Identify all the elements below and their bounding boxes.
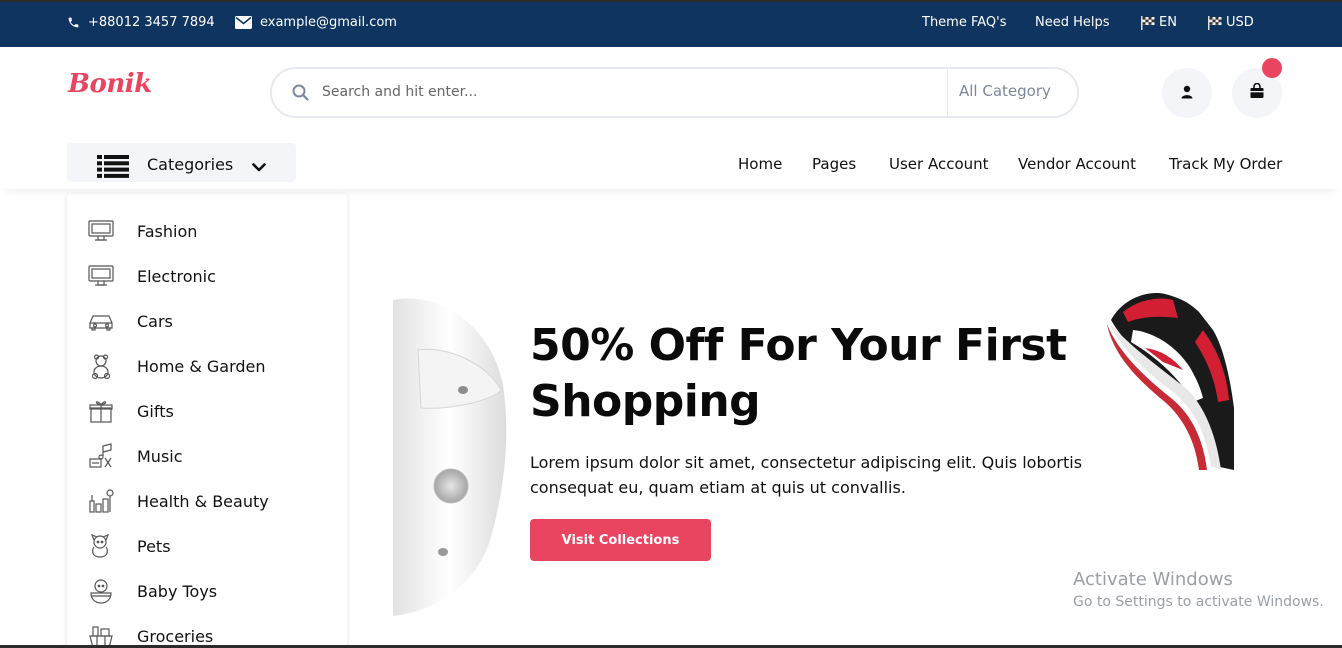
categories-button[interactable]: Categories: [67, 143, 296, 182]
top-bar: +88012 3457 7894 example@gmail.com Theme…: [0, 0, 1342, 47]
flag-icon: [1207, 15, 1223, 30]
category-item-pets[interactable]: Pets: [67, 526, 347, 566]
music-icon: [87, 442, 115, 470]
site-header: Bonik Search and hit enter... All Catego…: [0, 47, 1342, 189]
category-item-home-garden[interactable]: Home & Garden: [67, 346, 347, 386]
currency-selector[interactable]: USD: [1207, 15, 1254, 30]
need-help-label: Need Helps: [1035, 15, 1110, 30]
category-label: Groceries: [137, 627, 214, 646]
watermark-subtitle: Go to Settings to activate Windows.: [1073, 594, 1324, 610]
nav-user-account[interactable]: User Account: [889, 155, 989, 173]
categories-label: Categories: [147, 155, 234, 174]
category-label: Electronic: [137, 267, 216, 286]
category-label: Gifts: [137, 402, 174, 421]
language-label: EN: [1159, 15, 1177, 30]
category-menu: Fashion Electronic Cars Home & Garden Gi…: [67, 194, 347, 648]
watermark-title: Activate Windows: [1073, 569, 1233, 590]
monitor-icon: [87, 262, 115, 290]
category-label: Music: [137, 447, 183, 466]
category-item-fashion[interactable]: Fashion: [67, 211, 347, 251]
sneaker-product-image: [1103, 290, 1234, 470]
category-label: Fashion: [137, 222, 198, 241]
flag-icon: [1140, 15, 1156, 30]
gift-icon: [87, 397, 115, 425]
cart-count-badge: [1262, 58, 1282, 78]
windows-activation-watermark: Activate Windows Go to Settings to activ…: [1073, 569, 1324, 610]
chevron-down-icon: [252, 158, 266, 177]
category-label: Cars: [137, 312, 173, 331]
category-item-cars[interactable]: Cars: [67, 301, 347, 341]
cosmetics-icon: [87, 487, 115, 515]
teddy-bear-icon: [87, 352, 115, 380]
hero-title: 50% Off For Your First Shopping: [530, 318, 1090, 430]
phone-icon: [67, 16, 80, 29]
car-icon: [87, 307, 115, 335]
user-account-button[interactable]: [1162, 68, 1212, 118]
baby-icon: [87, 577, 115, 605]
category-item-groceries[interactable]: Groceries: [67, 616, 347, 648]
theme-faq-link[interactable]: Theme FAQ's: [922, 15, 1007, 30]
search-input[interactable]: Search and hit enter...: [322, 84, 477, 100]
language-selector[interactable]: EN: [1140, 15, 1177, 30]
search-icon[interactable]: [292, 84, 309, 105]
category-item-music[interactable]: Music: [67, 436, 347, 476]
logo[interactable]: Bonik: [68, 69, 152, 99]
nav-pages[interactable]: Pages: [812, 155, 856, 173]
need-help-link[interactable]: Need Helps: [1035, 15, 1110, 30]
contact-phone[interactable]: +88012 3457 7894: [67, 15, 215, 30]
category-item-electronic[interactable]: Electronic: [67, 256, 347, 296]
nav-vendor-account[interactable]: Vendor Account: [1018, 155, 1136, 173]
contact-email[interactable]: example@gmail.com: [235, 15, 397, 30]
search-bar[interactable]: Search and hit enter... All Category: [270, 67, 1079, 118]
email-address: example@gmail.com: [260, 15, 397, 30]
hero-title-line-2: Shopping: [530, 376, 761, 427]
category-label: Home & Garden: [137, 357, 266, 376]
currency-label: USD: [1226, 15, 1254, 30]
watch-product-image: [393, 290, 513, 618]
shopping-bag-icon: [1249, 82, 1265, 103]
user-icon: [1181, 84, 1193, 103]
search-category-select[interactable]: All Category: [959, 82, 1051, 100]
nav-track-my-order[interactable]: Track My Order: [1169, 155, 1282, 173]
monitor-icon: [87, 217, 115, 245]
hero-description: Lorem ipsum dolor sit amet, consectetur …: [530, 453, 1083, 497]
category-item-baby-toys[interactable]: Baby Toys: [67, 571, 347, 611]
category-label: Pets: [137, 537, 171, 556]
list-icon: [97, 155, 129, 182]
hero-title-line-1: 50% Off For Your First: [530, 320, 1067, 371]
category-label: Health & Beauty: [137, 492, 269, 511]
nav-home[interactable]: Home: [738, 155, 782, 173]
visit-collections-button[interactable]: Visit Collections: [530, 519, 711, 561]
theme-faq-label: Theme FAQ's: [922, 15, 1007, 30]
search-divider: [947, 69, 948, 116]
phone-number: +88012 3457 7894: [88, 15, 215, 30]
category-item-gifts[interactable]: Gifts: [67, 391, 347, 431]
envelope-icon: [235, 16, 252, 29]
pet-icon: [87, 532, 115, 560]
category-item-health-beauty[interactable]: Health & Beauty: [67, 481, 347, 521]
category-label: Baby Toys: [137, 582, 218, 601]
